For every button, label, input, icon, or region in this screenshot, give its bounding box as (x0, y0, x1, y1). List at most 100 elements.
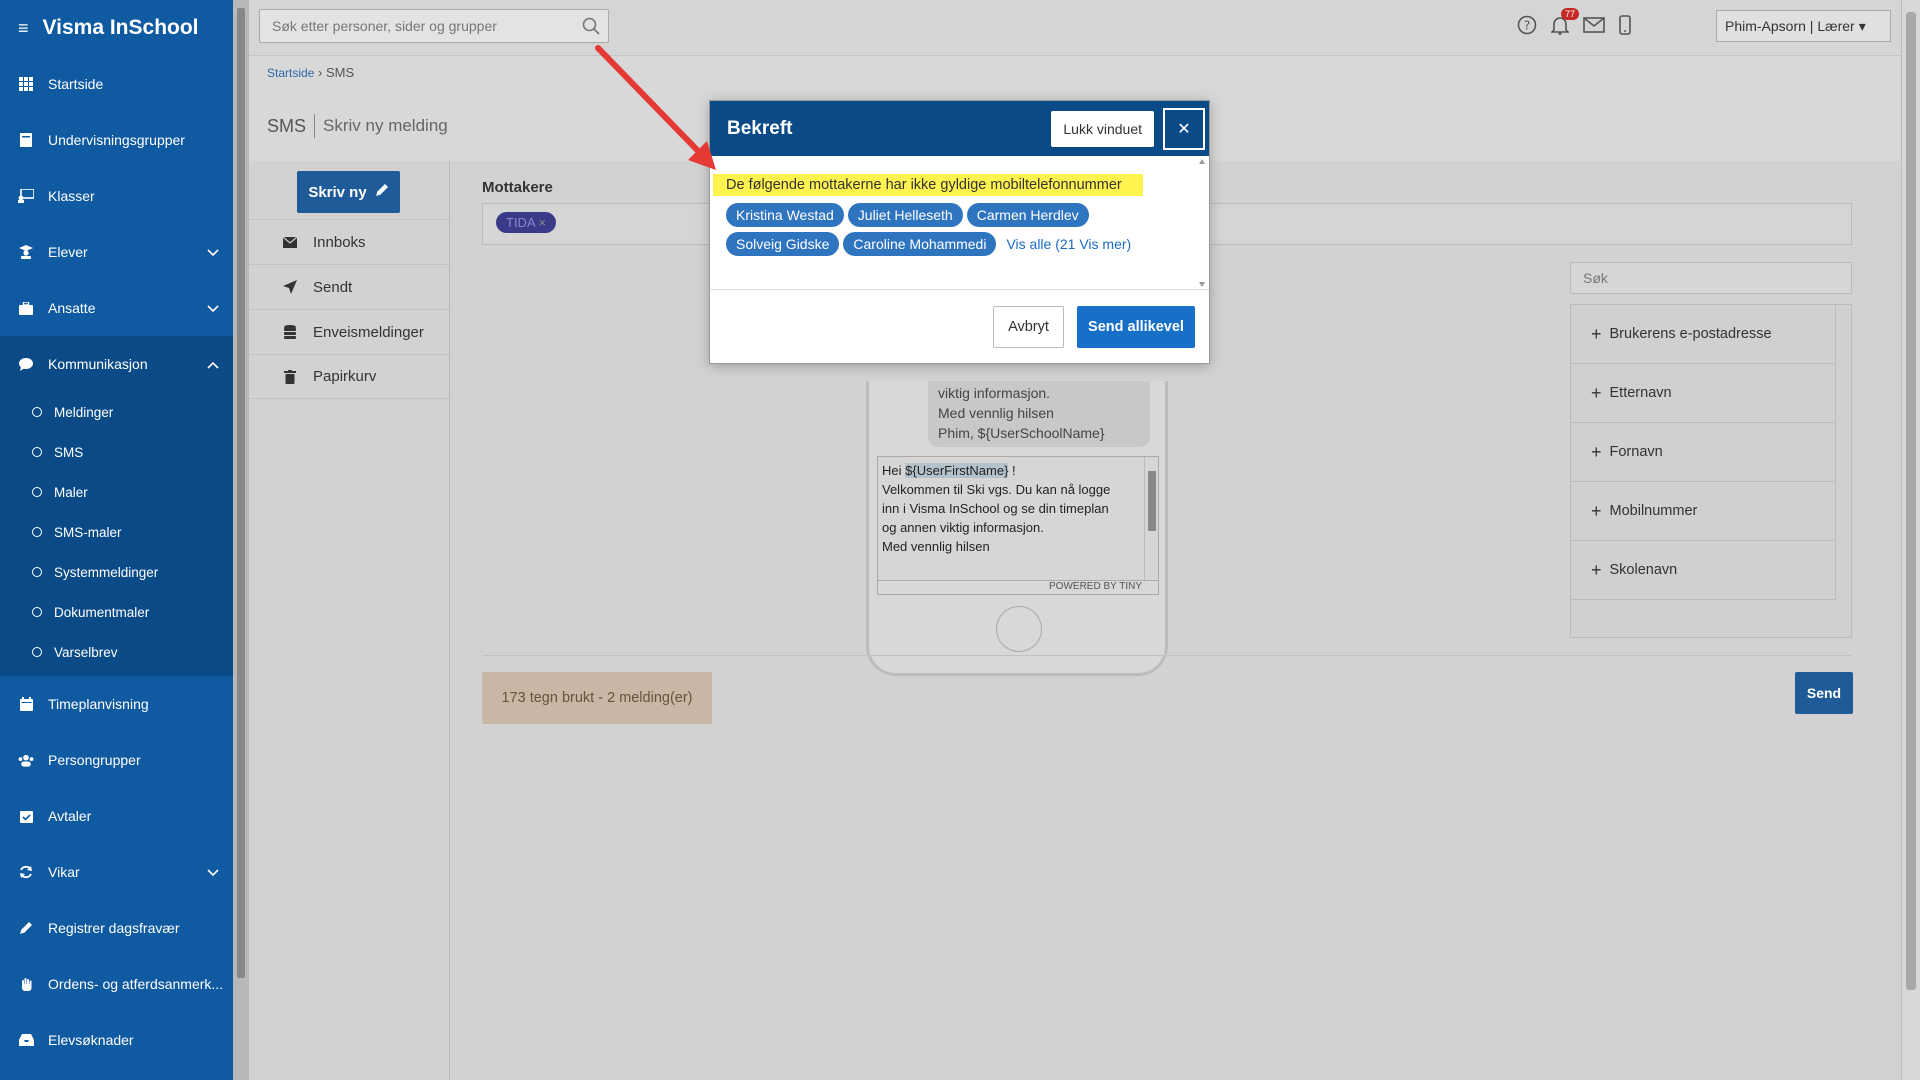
plus-icon: + (1591, 441, 1602, 462)
write-new-button[interactable]: Skriv ny (297, 171, 400, 213)
folder-papirkurv[interactable]: Papirkurv (249, 354, 450, 399)
sidebar-subitem-systemmeldinger[interactable]: Systemmeldinger (0, 552, 233, 592)
sidebar-subitem-varselbrev[interactable]: Varselbrev (0, 632, 233, 672)
cancel-button[interactable]: Avbryt (993, 306, 1064, 348)
global-search-input[interactable]: Søk etter personer, sider og grupper (259, 9, 609, 43)
page-scrollbar-thumb[interactable] (1906, 12, 1916, 990)
sidebar-item-elevsoknader[interactable]: Elevsøknader (0, 1012, 233, 1068)
breadcrumb-home[interactable]: Startside (267, 66, 314, 80)
help-icon[interactable]: ? (1517, 15, 1537, 38)
merge-field-item[interactable]: + Mobilnummer (1571, 482, 1836, 541)
sidebar-subitem-meldinger[interactable]: Meldinger (0, 392, 233, 432)
sidebar-subitem-label: Dokumentmaler (54, 604, 150, 620)
folder-label: Papirkurv (313, 368, 377, 385)
sidebar-item-vikar[interactable]: Vikar (0, 844, 233, 900)
notification-bell[interactable]: 77 (1550, 8, 1580, 38)
sidebar-item-label: Klasser (48, 188, 95, 204)
chevron-down-icon[interactable] (207, 244, 219, 260)
sidebar-subitem-sms[interactable]: SMS (0, 432, 233, 472)
sidebar-item-label: Elevsøknader (48, 1032, 134, 1048)
sidebar-item-ansatte[interactable]: Ansatte (0, 280, 233, 336)
write-new-label: Skriv ny (308, 183, 367, 201)
invalid-recipient-chip: Carmen Herdlev (966, 203, 1089, 227)
sidebar-item-label: Registrer dagsfravær (48, 920, 180, 936)
send-button[interactable]: Send (1795, 672, 1853, 714)
remove-chip-icon[interactable]: × (539, 215, 547, 230)
plus-icon: + (1591, 323, 1602, 344)
merge-field-item[interactable]: + Brukerens e-postadresse (1571, 305, 1836, 364)
hamburger-icon[interactable]: ≡ (18, 18, 29, 39)
sidebar-item-kommunikasjon[interactable]: Kommunikasjon (0, 336, 233, 392)
trash-icon (281, 369, 299, 384)
breadcrumb-current: SMS (325, 65, 355, 80)
merge-field-item[interactable]: + Skolenavn (1571, 541, 1836, 600)
sidebar-subitem-maler[interactable]: Maler (0, 472, 233, 512)
search-icon[interactable] (582, 17, 600, 38)
sidebar-item-label: Elever (48, 244, 88, 260)
hand-icon (18, 976, 34, 992)
dialog-header: Bekreft Lukk vinduet ✕ (710, 101, 1209, 156)
merge-field-item[interactable]: + Fornavn (1571, 423, 1836, 482)
invalid-recipient-chip: Solveig Gidske (726, 232, 840, 256)
sidebar-item-elever[interactable]: Elever (0, 224, 233, 280)
editor-line: Velkommen til Ski vgs. Du kan nå logge (882, 482, 1111, 497)
merge-tag[interactable]: ${UserFirstName} (905, 463, 1009, 478)
plus-icon: + (1591, 382, 1602, 403)
mail-icon[interactable] (1583, 17, 1605, 36)
merge-field-label: Skolenavn (1609, 562, 1678, 578)
page-scrollbar[interactable] (1901, 0, 1920, 1080)
sidebar-item-startside[interactable]: Startside (0, 56, 233, 112)
envelope-icon (281, 236, 299, 248)
chevron-down-icon[interactable] (207, 864, 219, 880)
paper-plane-icon (281, 280, 299, 294)
subnav-kommunikasjon: Meldinger SMS Maler SMS-maler Systemmeld… (0, 392, 233, 676)
recipient-chip[interactable]: TIDA × (496, 212, 557, 233)
sidebar-item-label: Kommunikasjon (48, 356, 148, 372)
show-all-link[interactable]: Vis alle (21 Vis mer) (1006, 236, 1131, 252)
user-name: Phim-Apsorn | Lærer (1725, 18, 1855, 34)
editor-scrollbar[interactable] (1144, 457, 1158, 580)
sidebar-scrollbar-thumb[interactable] (237, 8, 245, 978)
sidebar-item-avtaler[interactable]: Avtaler (0, 788, 233, 844)
sidebar-item-undervisningsgrupper[interactable]: Undervisningsgrupper (0, 112, 233, 168)
sidebar-subitem-sms-maler[interactable]: SMS-maler (0, 512, 233, 552)
sidebar-subitem-label: Maler (54, 484, 88, 500)
dialog-footer: Avbryt Send allikevel (710, 290, 1209, 363)
sidebar-item-label: Ordens- og atferdsanmerk... (48, 976, 224, 992)
sidebar-subitem-dokumentmaler[interactable]: Dokumentmaler (0, 592, 233, 632)
user-menu[interactable]: Phim-Apsorn | Lærer ▾ (1716, 10, 1891, 42)
merge-field-item[interactable]: + Etternavn (1571, 364, 1836, 423)
folder-sendt[interactable]: Sendt (249, 264, 450, 309)
preview-line: Phim, ${UserSchoolName} (938, 425, 1105, 441)
sidebar-item-klasser[interactable]: Klasser (0, 168, 233, 224)
sidebar-item-ordens-atferd[interactable]: Ordens- og atferdsanmerk... (0, 956, 233, 1012)
preview-line: viktig informasjon. (938, 385, 1051, 401)
mobile-icon[interactable] (1619, 15, 1631, 38)
sidebar-item-registrer-dagsfravaer[interactable]: Registrer dagsfravær (0, 900, 233, 956)
chevron-down-icon[interactable] (207, 300, 219, 316)
brand[interactable]: ≡ Visma InSchool (0, 0, 233, 56)
editor-scrollbar-thumb[interactable] (1148, 471, 1156, 531)
circle-icon (32, 567, 42, 577)
message-editor[interactable]: Hei ${UserFirstName} ! Velkommen til Ski… (877, 456, 1159, 581)
chevron-up-icon[interactable] (207, 356, 219, 372)
field-search-input[interactable]: Søk (1570, 262, 1852, 294)
powered-by-label: POWERED BY TINY (877, 581, 1159, 595)
sidebar-item-persongrupper[interactable]: Persongrupper (0, 732, 233, 788)
page-header: SMS Skriv ny melding (267, 114, 448, 138)
invalid-recipient-chip: Juliet Helleseth (847, 203, 963, 227)
dialog-scrollbar[interactable] (1195, 156, 1209, 290)
send-anyway-button[interactable]: Send allikevel (1077, 306, 1195, 348)
folder-enveismeldinger[interactable]: Enveismeldinger (249, 309, 450, 354)
close-icon: ✕ (1177, 121, 1191, 138)
close-button[interactable]: ✕ (1163, 108, 1205, 150)
database-icon (281, 325, 299, 339)
title-divider (314, 114, 316, 138)
close-tooltip: Lukk vinduet (1051, 111, 1154, 147)
sidebar-item-timeplanvisning[interactable]: Timeplanvisning (0, 676, 233, 732)
refresh-icon (18, 864, 34, 880)
sidebar-item-label: Undervisningsgrupper (48, 132, 185, 148)
folder-innboks[interactable]: Innboks (249, 219, 450, 264)
sidebar-item-label: Startside (48, 76, 104, 92)
sidebar-item-label: Vikar (48, 864, 80, 880)
